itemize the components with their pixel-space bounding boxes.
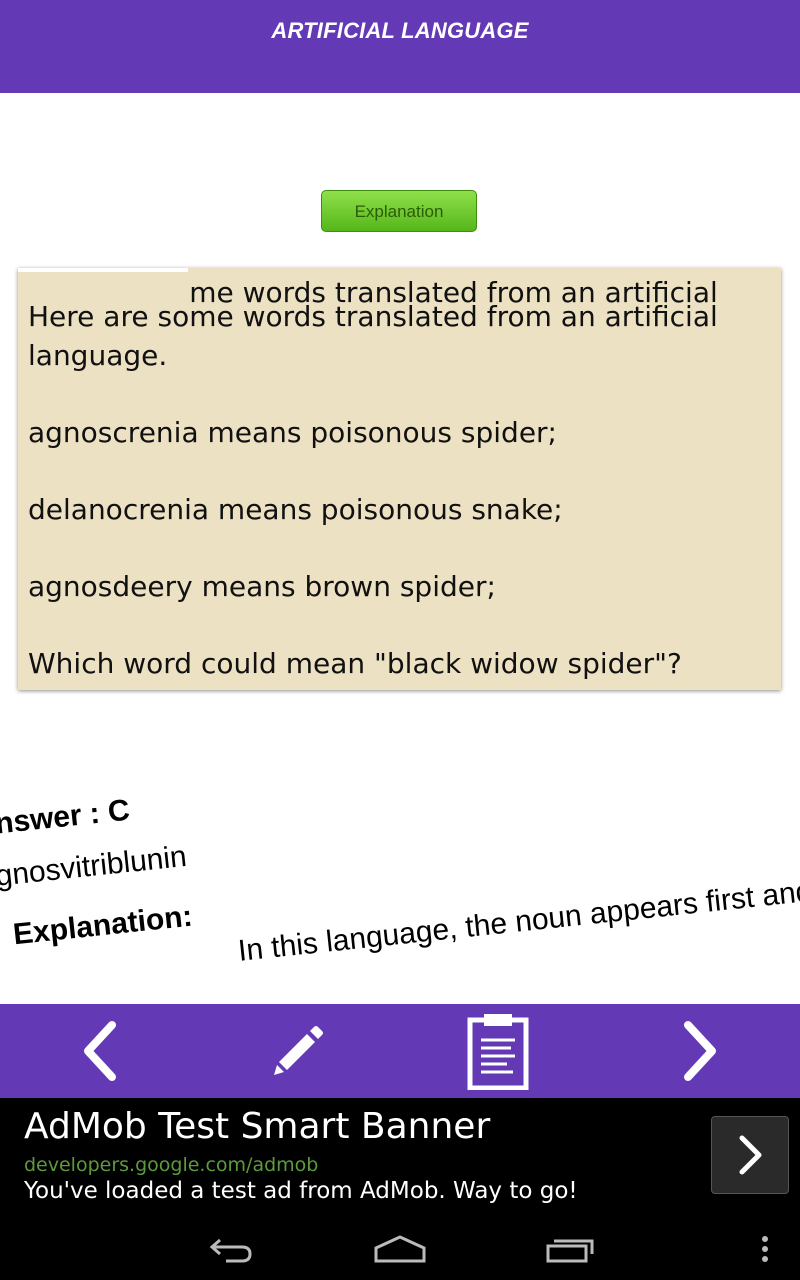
chevron-left-icon [84,1021,116,1081]
notes-button[interactable] [438,1004,558,1098]
edit-button[interactable] [238,1004,358,1098]
clipboard-icon [467,1014,529,1090]
ad-title: AdMob Test Smart Banner [24,1106,491,1147]
chevron-right-icon [739,1135,762,1175]
question-text: Here are some words translated from an a… [28,300,718,680]
nav-back-button[interactable] [200,1218,260,1280]
app-title: ARTIFICIAL LANGUAGE [271,18,529,43]
ad-url: developers.google.com/admob [24,1154,319,1176]
ad-banner[interactable]: AdMob Test Smart Banner developers.googl… [0,1098,800,1218]
previous-button[interactable] [40,1004,160,1098]
recents-icon [546,1239,594,1263]
next-button[interactable] [640,1004,760,1098]
answer-panel: Answer : C agnosvitriblunin Explanation:… [0,700,800,1003]
pencil-icon [274,1026,323,1075]
ad-open-button[interactable] [711,1116,789,1194]
bottom-toolbar [0,1004,800,1098]
ad-description: You've loaded a test ad from AdMob. Way … [24,1178,578,1204]
nav-recents-button[interactable] [540,1218,600,1280]
explanation-button[interactable]: Explanation [321,190,477,232]
overflow-menu-icon [762,1236,768,1262]
nav-home-button[interactable] [370,1218,430,1280]
question-card: Here are some words translated from an a… [18,268,781,690]
answer-rotated-content: Answer : C agnosvitriblunin Explanation:… [0,731,800,995]
chevron-right-icon [684,1021,716,1081]
system-navigation-bar [0,1218,800,1280]
back-icon [209,1238,252,1263]
app-bar: ARTIFICIAL LANGUAGE [0,0,800,93]
nav-menu-button[interactable] [750,1218,780,1280]
home-icon [374,1235,426,1263]
